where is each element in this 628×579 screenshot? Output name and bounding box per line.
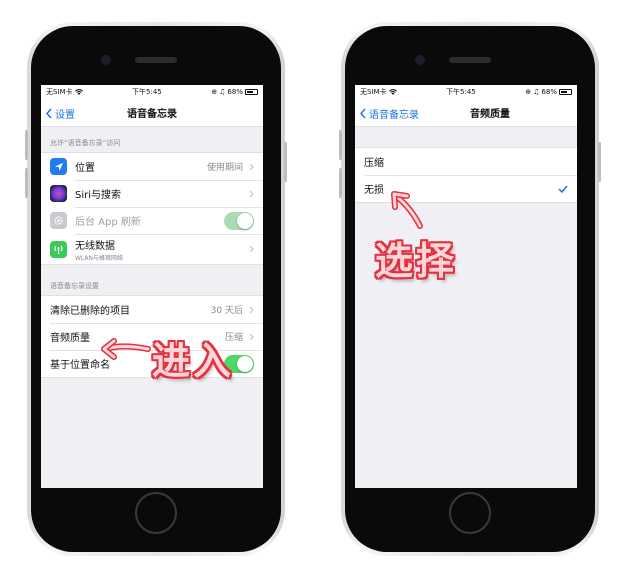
lock-rotation-icon: ⊕ (525, 88, 532, 96)
battery-icon (244, 89, 258, 95)
chevron-right-icon (249, 306, 254, 313)
power-button (598, 142, 601, 182)
row-label: 后台 App 刷新 (75, 217, 141, 228)
section-header-access: 允许“语音备忘录”访问 (50, 139, 121, 147)
power-button (284, 142, 287, 182)
row-label: 基于位置命名 (50, 360, 110, 371)
row-wireless-data[interactable]: 无线数据 WLAN与蜂窝网络 (41, 234, 263, 264)
volume-up-button (339, 130, 342, 160)
option-label: 压缩 (364, 158, 384, 169)
front-camera (101, 55, 111, 65)
row-siri-search[interactable]: Siri与搜索 (41, 180, 263, 207)
chevron-right-icon (249, 245, 254, 253)
option-compressed[interactable]: 压缩 (355, 148, 577, 175)
navigation-bar: 设置 语音备忘录 (41, 99, 263, 127)
option-label: 无损 (364, 185, 384, 196)
earpiece-speaker (135, 57, 177, 63)
row-label: Siri与搜索 (75, 190, 122, 201)
wifi-icon (388, 89, 397, 95)
row-label: 无线数据 (75, 240, 115, 252)
volume-up-button (25, 130, 28, 160)
select-annotation: 选择 (375, 239, 458, 283)
row-background-refresh[interactable]: 后台 App 刷新 (41, 207, 263, 234)
battery-percent: 68% (227, 88, 243, 96)
background-refresh-toggle[interactable] (224, 211, 254, 230)
back-label: 设置 (55, 109, 75, 121)
navigation-bar: 语音备忘录 音频质量 (355, 99, 577, 127)
back-label: 语音备忘录 (369, 109, 419, 121)
status-bar: 无SIM卡 下午5:45 ⊕ ♫ 68% (41, 85, 263, 99)
section-header-settings: 语音备忘录设置 (50, 282, 99, 290)
page-title: 语音备忘录 (127, 109, 177, 120)
left-phone-frame: 无SIM卡 下午5:45 ⊕ ♫ 68% 设置 语音备忘录 允许“语音备忘录”访… (25, 22, 287, 556)
row-value: 30 天后 (210, 306, 243, 316)
access-group: 位置 使用期间 Siri与搜索 后台 App 刷新 无线数据 WLAN与蜂窝网络 (41, 152, 263, 265)
right-phone-frame: 无SIM卡 下午5:45 ⊕ ♫ 68% 语音备忘录 音频质量 压缩 无损 (339, 22, 601, 556)
row-location[interactable]: 位置 使用期间 (41, 153, 263, 180)
option-lossless[interactable]: 无损 (355, 175, 577, 202)
back-button[interactable]: 语音备忘录 (360, 99, 419, 127)
chevron-right-icon (249, 163, 254, 170)
row-clear-deleted[interactable]: 清除已删除的项目 30 天后 (41, 296, 263, 323)
front-camera (415, 55, 425, 65)
audio-quality-options: 压缩 无损 (355, 147, 577, 203)
home-button[interactable] (135, 492, 177, 534)
lock-rotation-icon: ⊕ (211, 88, 218, 96)
left-screen: 无SIM卡 下午5:45 ⊕ ♫ 68% 设置 语音备忘录 允许“语音备忘录”访… (41, 85, 263, 488)
back-button[interactable]: 设置 (46, 99, 75, 127)
status-bar: 无SIM卡 下午5:45 ⊕ ♫ 68% (355, 85, 577, 99)
volume-down-button (339, 168, 342, 198)
status-time: 下午5:45 (446, 88, 476, 96)
earpiece-speaker (449, 57, 491, 63)
carrier-label: 无SIM卡 (360, 88, 387, 96)
page-title: 音频质量 (470, 109, 510, 120)
checkmark-icon (558, 185, 568, 193)
right-screen: 无SIM卡 下午5:45 ⊕ ♫ 68% 语音备忘录 音频质量 压缩 无损 (355, 85, 577, 488)
chevron-right-icon (249, 190, 254, 197)
wifi-icon (74, 89, 83, 95)
row-label: 清除已删除的项目 (50, 306, 130, 317)
headphones-icon: ♫ (219, 88, 226, 96)
chevron-right-icon (249, 333, 254, 340)
siri-icon (50, 185, 67, 202)
location-arrow-icon (50, 158, 67, 175)
volume-down-button (25, 168, 28, 198)
row-sublabel: WLAN与蜂窝网络 (75, 254, 124, 262)
battery-percent: 68% (541, 88, 557, 96)
status-time: 下午5:45 (132, 88, 162, 96)
headphones-icon: ♫ (533, 88, 540, 96)
home-button[interactable] (449, 492, 491, 534)
chevron-left-icon (360, 108, 366, 118)
chevron-left-icon (46, 108, 52, 118)
row-value: 使用期间 (206, 163, 243, 173)
battery-icon (558, 89, 572, 95)
carrier-label: 无SIM卡 (46, 88, 73, 96)
row-label: 音频质量 (50, 333, 90, 344)
antenna-icon (50, 240, 67, 258)
enter-annotation: 进入 (152, 339, 235, 383)
row-label: 位置 (75, 163, 95, 174)
gear-icon (50, 212, 67, 229)
